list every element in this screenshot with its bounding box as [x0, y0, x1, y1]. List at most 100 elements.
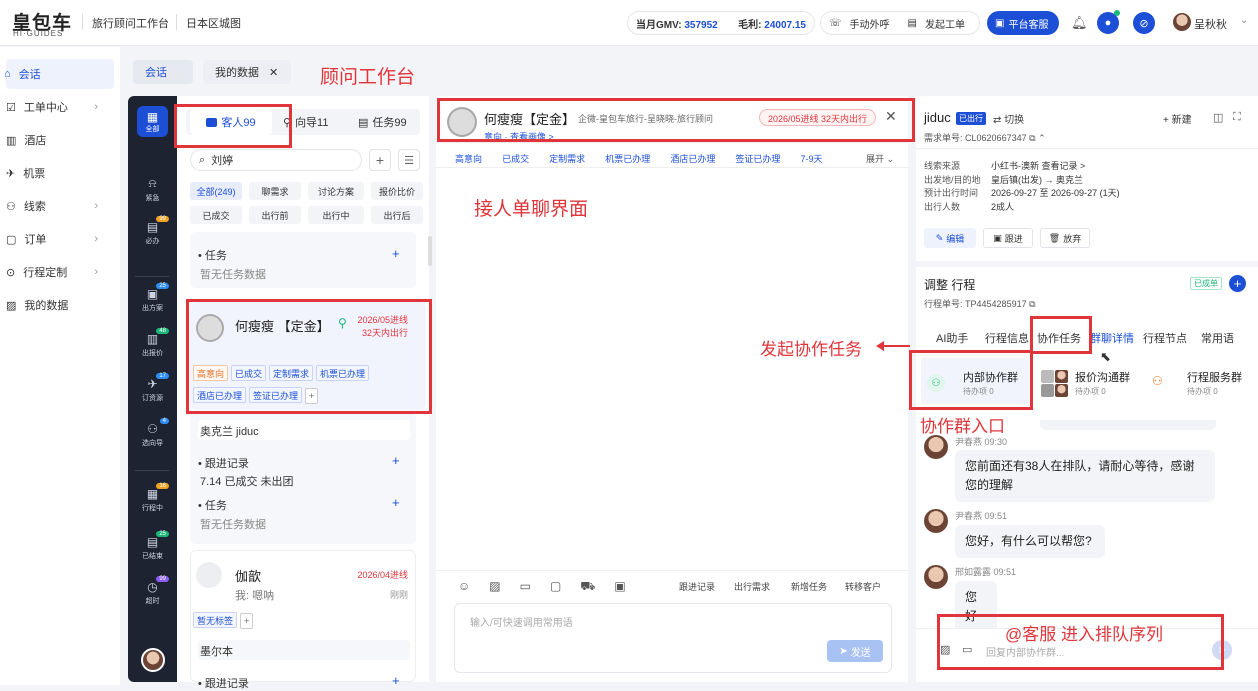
agent-avatar[interactable] [141, 648, 165, 672]
fullscreen-icon[interactable]: ⛶ [1233, 111, 1241, 124]
tab-phrases[interactable]: 常用语 [1201, 330, 1234, 346]
filter-sort-icon[interactable]: ☰ [398, 149, 420, 171]
edit-button[interactable]: ✎ 编辑 [924, 228, 976, 248]
iconbar-plan[interactable]: ▣ 出方案 25 [128, 283, 177, 313]
bag-icon[interactable]: ▣ [614, 579, 625, 595]
add-follow-icon[interactable]: + [392, 453, 400, 468]
sidebar-item-leads[interactable]: ⚇ 线索 › [0, 191, 120, 221]
filter-post-trip[interactable]: 出行后 [371, 206, 423, 224]
tag: 机票已办理 [316, 365, 370, 381]
new-task-button[interactable]: 新增任务 [791, 580, 827, 593]
pin-icon[interactable]: ⚲ [338, 316, 347, 330]
segment-task[interactable]: ▤ 任务99 [358, 109, 407, 135]
compass-icon[interactable]: ⊘ [1133, 12, 1155, 34]
segment-guest[interactable]: 客人99 [190, 109, 272, 135]
trip-need-button[interactable]: 出行需求 [734, 580, 770, 593]
transfer-customer-button[interactable]: 转移客户 [845, 580, 881, 593]
cart-icon[interactable]: ⛟ [580, 579, 595, 595]
search-input[interactable]: ⌕ 刘婷 [190, 149, 362, 171]
nav-workspace[interactable]: 旅行顾问工作台 [92, 15, 169, 31]
user-name[interactable]: 呈秋秋 [1194, 16, 1227, 32]
copy-icon[interactable]: ⧉ [1029, 299, 1035, 309]
filter-quote[interactable]: 报价比价 [371, 182, 423, 200]
tab-group-detail[interactable]: 群聊详情 [1092, 330, 1134, 346]
sidebar-item-sessions[interactable]: ⌂ 会话 [4, 59, 114, 89]
close-icon[interactable]: ✕ [269, 66, 278, 79]
folder-icon[interactable]: ▭ [962, 643, 972, 656]
tab-collab-task[interactable]: 协作任务 [1037, 330, 1081, 346]
manual-call-button[interactable]: 手动外呼 [850, 16, 890, 31]
add-tag-button[interactable]: + [305, 387, 319, 404]
tab-sessions[interactable]: 会话 [133, 60, 193, 84]
iconbar-urgent[interactable]: ⍾ 紧急 [128, 176, 177, 203]
bell-icon[interactable]: 🔔︎ [1071, 15, 1088, 31]
folder-icon[interactable]: ▭ [520, 579, 531, 595]
tab-trip-info[interactable]: 行程信息 [985, 330, 1029, 346]
iconbar-must-do[interactable]: ▤ 必办 99 [128, 216, 177, 246]
nav-region-map[interactable]: 日本区城图 [186, 15, 241, 31]
create-ticket-button[interactable]: 发起工单 [925, 16, 965, 31]
message-bubble-partial [1040, 420, 1216, 430]
close-icon[interactable]: ✕ [885, 108, 897, 125]
sidebar-item-my-data[interactable]: ▨ 我的数据 [0, 290, 120, 320]
user-avatar[interactable] [1173, 13, 1191, 31]
filter-closed[interactable]: 已成交 [190, 206, 242, 224]
abandon-button[interactable]: 🗑︎ 放弃 [1040, 228, 1090, 248]
filter-all[interactable]: 全部(249) [190, 182, 242, 200]
image-icon[interactable]: ▨ [489, 579, 500, 595]
send-button[interactable]: ➤ 发送 [827, 640, 883, 662]
iconbar-all[interactable]: ▦ 全部 [137, 106, 168, 137]
add-follow-icon[interactable]: + [392, 673, 400, 688]
tab-my-data[interactable]: 我的数据 ✕ [203, 60, 291, 84]
platform-service-button[interactable]: ▣ 平台客服 [987, 11, 1059, 35]
iconbar-timeout[interactable]: ◷ 超时 99 [128, 576, 177, 606]
iconbar-quote[interactable]: ▥ 出报价 48 [128, 328, 177, 358]
filter-plan[interactable]: 讨论方案 [308, 182, 364, 200]
send-icon[interactable]: ➤ [1212, 640, 1232, 660]
plane-icon: ✈ [147, 377, 158, 391]
filter-pre-trip[interactable]: 出行前 [249, 206, 301, 224]
count-badge: 99 [156, 216, 169, 222]
tag: 机票已办理 [605, 153, 651, 164]
bell-icon: ⍾ [148, 176, 157, 190]
tab-trip-node[interactable]: 行程节点 [1143, 330, 1187, 346]
chat-subline[interactable]: 意向 · 查看画像 > [484, 130, 554, 140]
group-name[interactable]: 行程服务群 [1187, 369, 1242, 385]
sidebar-item-tickets[interactable]: ☑ 工单中心 › [0, 92, 120, 122]
iconbar-ongoing[interactable]: ▦ 行程中 16 [128, 483, 177, 513]
filter-chat[interactable]: 聊需求 [249, 182, 301, 200]
scrollbar[interactable] [428, 236, 432, 266]
sidebar-item-orders[interactable]: ▢ 订单 › [0, 224, 120, 254]
chevron-up-icon[interactable]: ⌃ [1038, 133, 1046, 143]
sidebar-item-hotel[interactable]: ▥ 酒店 [0, 125, 120, 155]
comment-icon[interactable]: ▢ [550, 579, 561, 595]
add-task-icon[interactable]: + [392, 495, 400, 510]
phone-icon: ☏ [829, 17, 842, 29]
add-trip-button[interactable]: + [1229, 275, 1246, 292]
group-input[interactable]: 回复内部协作群... [986, 644, 1064, 659]
add-button[interactable]: + [369, 149, 391, 171]
iconbar-resource[interactable]: ✈ 订资源 17 [128, 373, 177, 403]
new-button[interactable]: + 新建 [1163, 111, 1192, 126]
sidebar-item-itinerary[interactable]: ⊙ 行程定制 › [0, 257, 120, 287]
follow-record-button[interactable]: 跟进记录 [679, 580, 715, 593]
follow-button[interactable]: ▣ 跟进 [983, 228, 1033, 248]
image-icon[interactable]: ▨ [940, 643, 950, 656]
layout-icon[interactable]: ◫ [1213, 111, 1223, 124]
segment-guide[interactable]: ⚲ 向导11 [283, 109, 328, 135]
iconbar-ended[interactable]: ▤ 已结束 25 [128, 531, 177, 561]
switch-button[interactable]: ⇄ 切换 [993, 111, 1024, 126]
add-tag-button[interactable]: + [240, 612, 254, 629]
sidebar-item-flights[interactable]: ✈ 机票 [0, 158, 120, 188]
req-no-value: CL0620667347 [965, 133, 1027, 143]
filter-in-trip[interactable]: 出行中 [308, 206, 364, 224]
iconbar-guide[interactable]: ⚇ 选向导 4 [128, 418, 177, 448]
add-task-icon[interactable]: + [392, 246, 400, 261]
group-name[interactable]: 报价沟通群 [1075, 369, 1130, 385]
emoji-icon[interactable]: ☺ [458, 579, 470, 595]
expand-button[interactable]: 展开 ⌄ [866, 152, 894, 165]
copy-icon[interactable]: ⧉ [1029, 133, 1035, 143]
tab-ai[interactable]: AI助手 [936, 330, 968, 346]
field-value[interactable]: 小红书-澳新 查看记录 > [991, 160, 1120, 174]
chevron-down-icon[interactable]: ⌄ [1240, 15, 1248, 26]
